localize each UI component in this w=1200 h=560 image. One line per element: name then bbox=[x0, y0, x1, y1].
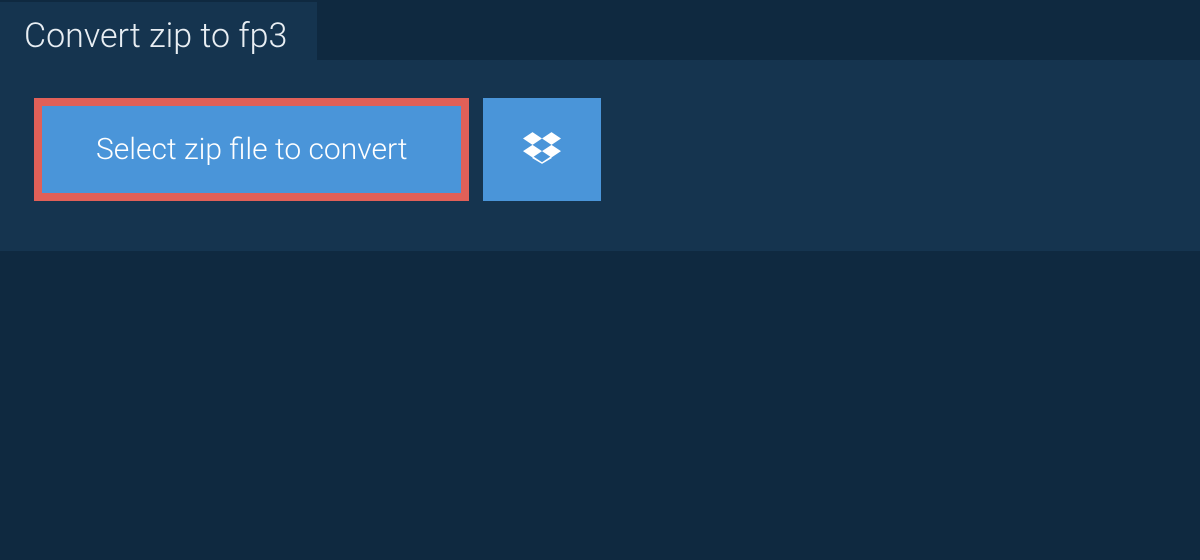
tab-title: Convert zip to fp3 bbox=[0, 2, 317, 70]
tab-title-text: Convert zip to fp3 bbox=[24, 16, 287, 56]
converter-panel: Convert zip to fp3 Select zip file to co… bbox=[0, 60, 1200, 251]
dropbox-button[interactable] bbox=[483, 98, 601, 201]
button-row: Select zip file to convert bbox=[0, 60, 1200, 201]
select-file-label: Select zip file to convert bbox=[96, 132, 407, 167]
dropbox-icon bbox=[523, 129, 561, 170]
select-file-button[interactable]: Select zip file to convert bbox=[34, 98, 469, 201]
